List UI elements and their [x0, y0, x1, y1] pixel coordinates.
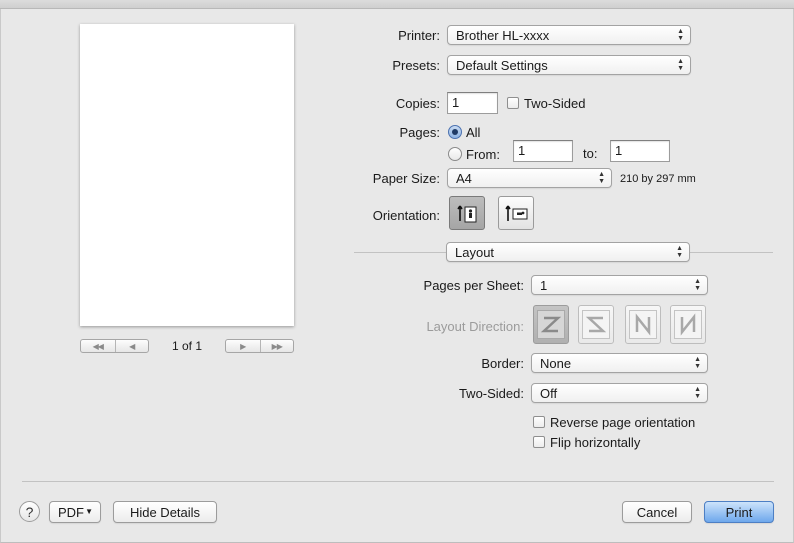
- pages-to-field[interactable]: 1: [610, 140, 670, 162]
- popup-arrows-icon: ▲ ▼: [694, 386, 701, 400]
- page-count: 1 of 1: [171, 339, 203, 353]
- layout-direction-z-button[interactable]: [533, 305, 569, 344]
- chevron-down-icon: ▼: [85, 507, 93, 516]
- print-button[interactable]: Print: [704, 501, 774, 523]
- popup-arrows-icon: ▲ ▼: [677, 28, 684, 42]
- pages-all-label: All: [466, 125, 481, 140]
- pages-from-label: From:: [466, 147, 500, 162]
- printer-popup[interactable]: Brother HL-xxxx ▲ ▼: [447, 25, 691, 45]
- print-label: Print: [725, 504, 753, 520]
- layout-direction-label: Layout Direction:: [426, 319, 524, 334]
- popup-arrows-icon: ▲ ▼: [694, 278, 701, 292]
- presets-value: Default Settings: [456, 57, 548, 73]
- border-popup[interactable]: None ▲ ▼: [531, 353, 708, 373]
- section-divider-right: [690, 252, 773, 253]
- page-preview: [80, 24, 294, 326]
- paper-size-label: Paper Size:: [372, 171, 440, 186]
- printer-label: Printer:: [398, 28, 440, 43]
- pages-from-field[interactable]: 1: [513, 140, 573, 162]
- pages-per-sheet-popup[interactable]: 1 ▲ ▼: [531, 275, 708, 295]
- layout-direction-reverse-z-button[interactable]: [578, 305, 614, 344]
- layout-direction-reverse-n-button[interactable]: [670, 305, 706, 344]
- previous-page-button[interactable]: ◀: [114, 340, 149, 352]
- popup-arrows-icon: ▲ ▼: [598, 171, 605, 185]
- orientation-portrait-button[interactable]: [449, 196, 485, 230]
- orientation-landscape-button[interactable]: [498, 196, 534, 230]
- section-value: Layout: [455, 244, 495, 260]
- layout-n-icon: [635, 313, 651, 336]
- reverse-orientation-checkbox[interactable]: [533, 416, 545, 428]
- paper-size-popup[interactable]: A4 ▲ ▼: [447, 168, 612, 188]
- portrait-icon: [457, 205, 477, 223]
- popup-arrows-icon: ▲ ▼: [694, 356, 701, 370]
- last-page-button[interactable]: ▶▶: [259, 340, 294, 352]
- pages-per-sheet-value: 1: [540, 277, 548, 293]
- copies-label: Copies:: [395, 96, 440, 111]
- pages-to-label: to:: [583, 146, 598, 161]
- pages-all-radio[interactable]: [448, 125, 462, 139]
- layout-reverse-z-icon: [585, 316, 607, 333]
- layout-two-sided-value: Off: [540, 385, 558, 401]
- cancel-label: Cancel: [636, 504, 678, 520]
- layout-reverse-n-icon: [680, 313, 696, 336]
- cancel-button[interactable]: Cancel: [622, 501, 692, 523]
- title-bar: [0, 0, 794, 9]
- copies-field[interactable]: 1: [447, 92, 498, 114]
- flip-horizontally-label: Flip horizontally: [550, 435, 641, 450]
- paper-size-value: A4: [456, 170, 472, 186]
- layout-z-icon: [540, 316, 562, 333]
- layout-direction-n-button[interactable]: [625, 305, 661, 344]
- pdf-label: PDF: [58, 504, 84, 520]
- preview-back-controls: ◀◀ ◀: [80, 339, 149, 353]
- preview-forward-controls: ▶ ▶▶: [225, 339, 294, 353]
- presets-label: Presets:: [392, 58, 440, 73]
- orientation-label: Orientation:: [372, 208, 440, 223]
- first-page-button[interactable]: ◀◀: [81, 340, 115, 352]
- help-icon: ?: [25, 503, 34, 520]
- pages-from-radio[interactable]: [448, 147, 462, 161]
- two-sided-checkbox[interactable]: [507, 97, 519, 109]
- next-page-button[interactable]: ▶: [226, 340, 260, 352]
- layout-two-sided-label: Two-Sided:: [458, 386, 524, 401]
- popup-arrows-icon: ▲ ▼: [677, 58, 684, 72]
- landscape-icon: [505, 205, 528, 221]
- border-label: Border:: [481, 356, 524, 371]
- help-button[interactable]: ?: [19, 501, 40, 522]
- pages-label: Pages:: [399, 125, 440, 140]
- flip-horizontally-checkbox[interactable]: [533, 436, 545, 448]
- section-divider-left: [354, 252, 446, 253]
- layout-two-sided-popup[interactable]: Off ▲ ▼: [531, 383, 708, 403]
- hide-details-label: Hide Details: [129, 504, 201, 520]
- hide-details-button[interactable]: Hide Details: [113, 501, 217, 523]
- pages-per-sheet-label: Pages per Sheet:: [423, 278, 524, 293]
- two-sided-label: Two-Sided: [524, 96, 586, 111]
- printer-value: Brother HL-xxxx: [456, 27, 550, 43]
- footer-divider: [22, 481, 774, 482]
- section-popup[interactable]: Layout ▲ ▼: [446, 242, 690, 262]
- presets-popup[interactable]: Default Settings ▲ ▼: [447, 55, 691, 75]
- pdf-menu-button[interactable]: PDF ▼: [49, 501, 101, 523]
- reverse-orientation-label: Reverse page orientation: [550, 415, 696, 430]
- border-value: None: [540, 355, 572, 371]
- paper-dimensions: 210 by 297 mm: [620, 173, 696, 185]
- popup-arrows-icon: ▲ ▼: [676, 245, 683, 259]
